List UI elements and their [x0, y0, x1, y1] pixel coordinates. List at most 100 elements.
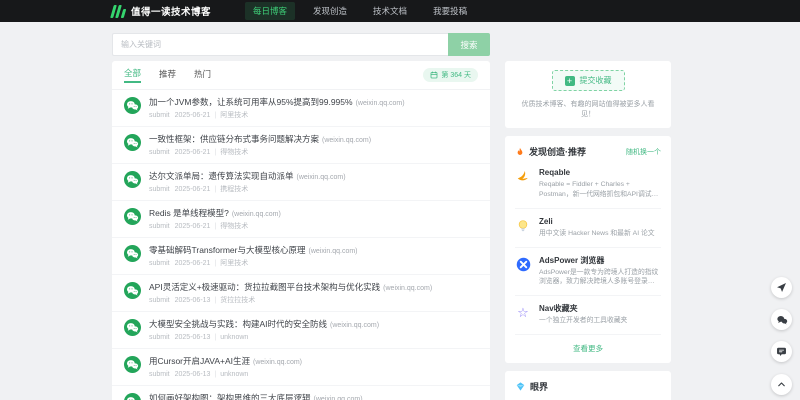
- article-category: unknown: [210, 334, 248, 341]
- wechat-icon: [124, 208, 141, 225]
- horizon-card: 眼界 AI编辑器Cursor使用文档 Cursor (docs.cursor.c…: [505, 371, 671, 400]
- tab-recommended[interactable]: 推荐: [159, 68, 176, 82]
- article-domain: (weixin.qq.com): [313, 396, 363, 400]
- article-meta: submit 2025-06-21携程技术: [149, 186, 346, 194]
- article-list-card: 全部 推荐 热门 第 364 天 加一个JVM参数，让系统可用率从95%提高到9…: [112, 61, 490, 400]
- site-title: 值得一读技术博客: [131, 7, 212, 18]
- wechat-icon: [124, 245, 141, 262]
- recommend-name[interactable]: Reqable: [539, 168, 661, 177]
- article-submitter: submit: [149, 371, 170, 378]
- article-meta: submit 2025-06-13unknown: [149, 371, 302, 379]
- adspower-icon: [515, 257, 531, 273]
- article-category: 阿里技术: [210, 260, 248, 267]
- article-category: 得物技术: [210, 149, 248, 156]
- recommend-item: Reqable Reqable = Fiddler + Charles + Po…: [515, 160, 661, 209]
- recommend-item: AdsPower 浏览器 AdsPower是一款专为跨境人打造的指纹浏览器，致力…: [515, 248, 661, 297]
- submit-note: 优质技术博客、有趣的网站值得被更多人看见！: [521, 101, 655, 118]
- paper-plane-icon: [777, 283, 786, 292]
- article-title[interactable]: 一致性框架：供应链分布式事务问题解决方案: [149, 134, 319, 144]
- reqable-bird-icon: [515, 169, 531, 185]
- article-submitter: submit: [149, 260, 170, 267]
- article-meta: submit 2025-06-21得物技术: [149, 149, 371, 157]
- recommend-desc: 用中文读 Hacker News 和最新 AI 论文: [539, 229, 655, 237]
- article-title[interactable]: API灵活定义+极速驱动：货拉拉截图平台技术架构与优化实践: [149, 282, 380, 292]
- share-button[interactable]: [771, 277, 792, 298]
- article-domain: (weixin.qq.com): [383, 285, 433, 292]
- article-submitter: submit: [149, 112, 170, 119]
- brand[interactable]: 值得一读技术博客: [110, 4, 212, 18]
- wechat-contact-button[interactable]: [771, 309, 792, 330]
- article-domain: (weixin.qq.com): [322, 137, 372, 144]
- horizon-card-header: 眼界: [515, 380, 661, 393]
- article-row: 加一个JVM参数，让系统可用率从95%提高到99.995% (weixin.qq.…: [112, 90, 490, 127]
- discover-card-title: 发现创造·推荐: [529, 147, 586, 157]
- wechat-icon: [124, 171, 141, 188]
- recommend-name[interactable]: AdsPower 浏览器: [539, 256, 661, 265]
- article-row: 用Cursor开启JAVA+AI生涯 (weixin.qq.com) submit…: [112, 349, 490, 386]
- wechat-icon: [124, 97, 141, 114]
- wechat-icon: [124, 356, 141, 373]
- article-category: 阿里技术: [210, 112, 248, 119]
- article-date: 2025-06-13: [174, 371, 211, 378]
- article-title[interactable]: 如何画好架构图：架构思维的三大底层逻辑: [149, 393, 311, 400]
- tab-hot[interactable]: 热门: [194, 68, 211, 82]
- search-button[interactable]: 搜索: [448, 33, 490, 56]
- tab-all[interactable]: 全部: [124, 67, 142, 83]
- see-more-link[interactable]: 查看更多: [515, 335, 661, 354]
- horizon-card-title: 眼界: [530, 382, 549, 393]
- article-domain: (weixin.qq.com): [231, 211, 281, 218]
- page: 值得一读技术博客 每日博客 发现创造 技术文档 我要投稿 搜索 全部 推荐 热门…: [0, 0, 800, 400]
- article-date: 2025-06-21: [174, 260, 211, 267]
- article-domain: (weixin.qq.com): [330, 322, 380, 329]
- article-row: 一致性框架：供应链分布式事务问题解决方案 (weixin.qq.com) subm…: [112, 127, 490, 164]
- feedback-button[interactable]: [771, 341, 792, 362]
- article-title[interactable]: 大模型安全挑战与实践：构建AI时代的安全防线: [149, 319, 327, 329]
- article-row: 零基础解码Transformer与大模型核心原理 (weixin.qq.com) …: [112, 238, 490, 275]
- nav-item-discover[interactable]: 发现创造: [305, 2, 355, 20]
- article-category: 携程技术: [210, 186, 248, 193]
- wechat-icon: [124, 393, 141, 400]
- day-counter-label: 第 364 天: [441, 72, 471, 79]
- recommend-desc: 一个独立开发者的工具收藏夹: [539, 317, 628, 325]
- wechat-icon: [124, 282, 141, 299]
- article-title[interactable]: Redis 是单线程模型?: [149, 208, 229, 218]
- fire-icon: [517, 147, 523, 155]
- article-date: 2025-06-21: [174, 149, 211, 156]
- shuffle-link[interactable]: 随机换一个: [626, 147, 661, 157]
- nav-item-tech-docs[interactable]: 技术文档: [365, 2, 415, 20]
- calendar-icon: [431, 71, 438, 79]
- nav-item-submit[interactable]: 我要投稿: [425, 2, 475, 20]
- article-submitter: submit: [149, 297, 170, 304]
- article-category: 得物技术: [210, 223, 248, 230]
- nav-item-daily-blog[interactable]: 每日博客: [245, 2, 296, 20]
- navbar: 值得一读技术博客 每日博客 发现创造 技术文档 我要投稿: [0, 0, 800, 22]
- submit-collection-card: + 提交收藏 优质技术博客、有趣的网站值得被更多人看见！: [505, 61, 671, 128]
- article-submitter: submit: [149, 334, 170, 341]
- search-input[interactable]: [112, 33, 448, 56]
- submit-collection-button[interactable]: + 提交收藏: [551, 70, 625, 91]
- article-title[interactable]: 加一个JVM参数，让系统可用率从95%提高到99.995%: [149, 97, 353, 107]
- sidebar: + 提交收藏 优质技术博客、有趣的网站值得被更多人看见！ 发现创造·推荐 随机换…: [505, 61, 671, 400]
- article-row: Redis 是单线程模型? (weixin.qq.com) submit 2025-…: [112, 201, 490, 238]
- back-to-top-button[interactable]: [771, 374, 792, 395]
- article-row: 大模型安全挑战与实践：构建AI时代的安全防线 (weixin.qq.com) su…: [112, 312, 490, 349]
- submit-collection-label: 提交收藏: [579, 76, 612, 85]
- article-title[interactable]: 达尔文派单局：遗传算法实现自动派单: [149, 171, 294, 181]
- article-date: 2025-06-21: [174, 186, 211, 193]
- search-bar: 搜索: [112, 33, 490, 56]
- article-title[interactable]: 零基础解码Transformer与大模型核心原理: [149, 245, 305, 255]
- day-counter-badge: 第 364 天: [423, 68, 478, 82]
- gem-icon: [516, 382, 525, 391]
- lightbulb-icon: [515, 218, 531, 234]
- article-domain: (weixin.qq.com): [296, 174, 346, 181]
- article-title[interactable]: 用Cursor开启JAVA+AI生涯: [149, 356, 250, 366]
- recommend-name[interactable]: Nav收藏夹: [539, 304, 627, 313]
- site-logo-icon: [110, 4, 127, 18]
- article-meta: submit 2025-06-21得物技术: [149, 223, 281, 231]
- recommend-item: ☆ Nav收藏夹 一个独立开发者的工具收藏夹: [515, 296, 661, 336]
- article-meta: submit 2025-06-21阿里技术: [149, 260, 358, 268]
- recommend-name[interactable]: Zeli: [539, 217, 655, 226]
- article-row: 达尔文派单局：遗传算法实现自动派单 (weixin.qq.com) submit 2…: [112, 164, 490, 201]
- article-submitter: submit: [149, 223, 170, 230]
- recommend-item: Zeli 用中文读 Hacker News 和最新 AI 论文: [515, 209, 661, 248]
